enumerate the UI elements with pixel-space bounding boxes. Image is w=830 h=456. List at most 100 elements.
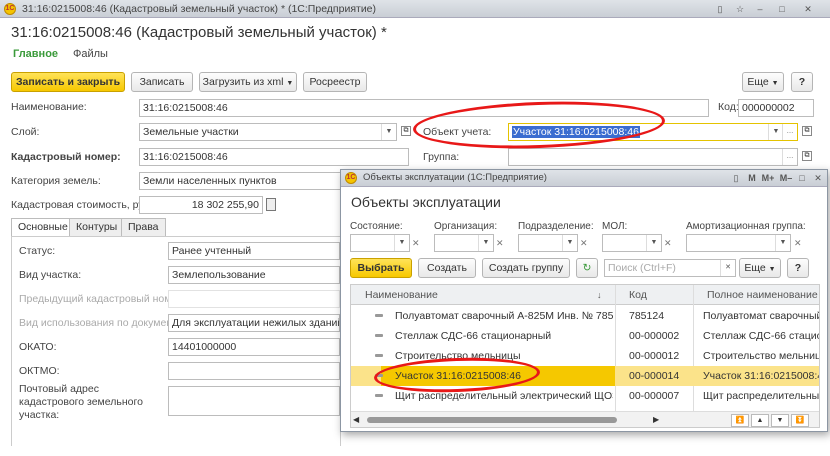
select-button[interactable]: Выбрать [350, 258, 412, 278]
calculator-icon[interactable] [266, 198, 276, 211]
popup-more-button[interactable]: Еще ▼ [739, 258, 781, 278]
open-icon[interactable]: ⧉ [802, 126, 812, 136]
code-field[interactable]: 000000002 [738, 99, 814, 117]
popup-memory-plus-icon[interactable]: M+ [759, 171, 777, 185]
help-button[interactable]: ? [791, 72, 813, 92]
row-fullname: Щит распределительный [703, 390, 820, 402]
row-fullname: Полуавтомат сварочный [703, 310, 820, 322]
chevron-down-icon[interactable]: ▼ [562, 235, 577, 251]
layer-value: Земельные участки [143, 126, 239, 138]
usage-field[interactable]: Для эксплуатации нежилых зданий и со [168, 314, 340, 332]
filter-dept-label: Подразделение: [518, 221, 594, 232]
tab-basic[interactable]: Основные [11, 218, 75, 237]
load-xml-button[interactable]: Загрузить из xml ▼ [199, 72, 297, 92]
open-icon[interactable]: ⧉ [401, 126, 411, 136]
chevron-down-icon[interactable]: ▼ [478, 235, 493, 251]
filter-org-label: Организация: [434, 221, 498, 232]
table-row[interactable]: Стеллаж СДС-66 стационарный 00-000002 Ст… [351, 326, 819, 346]
refresh-button[interactable]: ↻ [576, 258, 598, 278]
group-label: Группа: [423, 151, 460, 163]
row-fullname: Участок 31:16:0215008:4 [703, 370, 820, 382]
cad-field[interactable]: 31:16:0215008:46 [139, 148, 409, 166]
popup-maximize-icon[interactable]: □ [795, 171, 809, 185]
chevron-down-icon: ▼ [768, 266, 776, 273]
column-header-fullname[interactable]: Полное наименование [707, 285, 818, 305]
oktmo-field[interactable] [168, 362, 340, 380]
clear-icon[interactable]: ✕ [412, 234, 425, 252]
window-bookmark-icon[interactable]: ▯ [712, 2, 728, 16]
popup-bookmark-icon[interactable]: ▯ [729, 171, 743, 185]
create-button[interactable]: Создать [418, 258, 476, 278]
filter-state-label: Состояние: [350, 221, 403, 232]
prev-number-field[interactable] [168, 290, 340, 308]
status-field[interactable]: Ранее учтенный [168, 242, 340, 260]
window-title: 31:16:0215008:46 (Кадастровый земельный … [22, 3, 377, 15]
create-group-button[interactable]: Создать группу [482, 258, 570, 278]
popup-heading: Объекты эксплуатации [351, 194, 501, 210]
filter-group-select[interactable]: ▼ [686, 234, 791, 252]
layer-field[interactable]: Земельные участки ▼ [139, 123, 397, 141]
scroll-right-icon[interactable]: ▶ [653, 415, 659, 424]
row-fullname: Строительство мельниц [703, 350, 820, 362]
group-field[interactable]: … [508, 148, 798, 166]
column-header-code[interactable]: Код [629, 285, 647, 305]
ellipsis-icon[interactable]: … [782, 124, 797, 140]
filter-dept-select[interactable]: ▼ [518, 234, 578, 252]
column-header-name[interactable]: Наименование [365, 285, 438, 305]
chevron-down-icon[interactable]: ▼ [394, 235, 409, 251]
rosreestr-button[interactable]: Росреестр [303, 72, 367, 92]
nav-files[interactable]: Файлы [73, 48, 108, 60]
name-label: Наименование: [11, 101, 87, 113]
popup-close-icon[interactable]: ✕ [811, 171, 825, 185]
chevron-down-icon[interactable]: ▼ [646, 235, 661, 251]
item-icon [375, 334, 383, 337]
more-label: Еще [747, 76, 769, 88]
clear-search-icon[interactable]: ✕ [720, 260, 735, 276]
popup-memory-minus-icon[interactable]: M– [777, 171, 795, 185]
more-button[interactable]: Еще ▼ [742, 72, 784, 92]
filter-mol-select[interactable]: ▼ [602, 234, 662, 252]
save-close-button[interactable]: Записать и закрыть [11, 72, 125, 92]
window-maximize-icon[interactable]: □ [774, 2, 790, 16]
window-minimize-icon[interactable]: – [752, 2, 768, 16]
search-input[interactable]: Поиск (Ctrl+F) ✕ [604, 259, 736, 277]
cost-field[interactable]: 18 302 255,90 [139, 196, 263, 214]
tab-contours[interactable]: Контуры [69, 218, 125, 236]
clear-icon[interactable]: ✕ [496, 234, 509, 252]
ellipsis-icon[interactable]: … [782, 149, 797, 165]
plot-type-field[interactable]: Землепользование [168, 266, 340, 284]
filter-group-label: Амортизационная группа: [686, 221, 806, 232]
row-code: 00-000007 [629, 390, 680, 402]
app-logo-icon: 1C [4, 3, 16, 15]
tab-rights[interactable]: Права [121, 218, 166, 236]
clear-icon[interactable]: ✕ [580, 234, 593, 252]
nav-main[interactable]: Главное [13, 48, 58, 60]
item-icon [375, 354, 383, 357]
chevron-down-icon[interactable]: ▼ [381, 124, 396, 140]
filter-state-select[interactable]: ▼ [350, 234, 410, 252]
window-close-icon[interactable]: ✕ [800, 2, 816, 16]
popup-window: 1C Объекты эксплуатации (1С:Предприятие)… [340, 169, 828, 432]
popup-memory-icon[interactable]: M [745, 171, 759, 185]
popup-help-button[interactable]: ? [787, 258, 809, 278]
okato-field[interactable]: 14401000000 [168, 338, 340, 356]
address-field[interactable] [168, 386, 340, 416]
save-button[interactable]: Записать [131, 72, 193, 92]
clear-icon[interactable]: ✕ [664, 234, 677, 252]
scroll-thumb[interactable] [367, 417, 617, 423]
popup-titlebar: 1C Объекты эксплуатации (1С:Предприятие)… [341, 170, 827, 187]
window-favorite-icon[interactable]: ☆ [732, 2, 748, 16]
chevron-down-icon[interactable]: ▼ [768, 124, 783, 140]
clear-icon[interactable]: ✕ [794, 234, 807, 252]
nav-prev-icon[interactable]: ▲ [751, 414, 769, 427]
horizontal-scrollbar[interactable]: ◀ ▶ ⏫ ▲ ▼ ⏬ [351, 411, 819, 427]
nav-first-icon[interactable]: ⏫ [731, 414, 749, 427]
chevron-down-icon: ▼ [286, 80, 294, 87]
nav-last-icon[interactable]: ⏬ [791, 414, 809, 427]
nav-next-icon[interactable]: ▼ [771, 414, 789, 427]
filter-org-select[interactable]: ▼ [434, 234, 494, 252]
chevron-down-icon[interactable]: ▼ [775, 235, 790, 251]
scroll-left-icon[interactable]: ◀ [353, 415, 359, 424]
open-icon[interactable]: ⧉ [802, 151, 812, 161]
table-row[interactable]: Полуавтомат сварочный А-825М Инв. № 785.… [351, 306, 820, 326]
